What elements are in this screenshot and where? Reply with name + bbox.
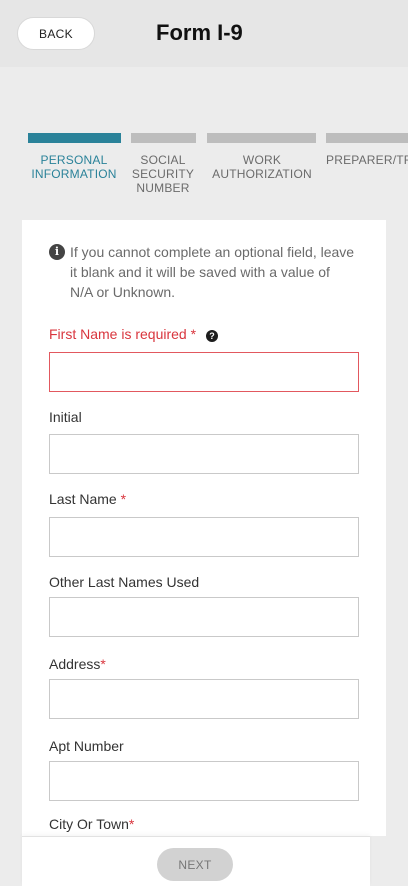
step-label-line: PREPARER/TR <box>326 153 408 167</box>
top-bar: BACK Form I-9 <box>0 0 408 67</box>
step-social-security-number[interactable]: SOCIAL SECURITY NUMBER <box>128 153 198 195</box>
step-bar-social-security-number <box>131 133 196 143</box>
step-label-line: AUTHORIZATION <box>212 167 312 181</box>
step-bar-preparer <box>326 133 408 143</box>
step-preparer[interactable]: PREPARER/TR <box>326 153 408 167</box>
info-icon: i <box>49 244 65 260</box>
step-work-authorization[interactable]: WORK AUTHORIZATION <box>204 153 320 181</box>
other-last-names-input[interactable] <box>49 597 359 637</box>
address-label-text: Address <box>49 656 101 672</box>
city-label: City Or Town* <box>49 816 134 832</box>
first-name-input[interactable] <box>49 352 359 392</box>
apt-number-label: Apt Number <box>49 738 124 754</box>
help-icon[interactable]: ? <box>205 330 218 342</box>
next-button[interactable]: NEXT <box>157 848 233 881</box>
page-title: Form I-9 <box>156 20 243 45</box>
last-name-label-text: Last Name <box>49 491 117 507</box>
back-button[interactable]: BACK <box>17 17 95 50</box>
form-card: i If you cannot complete an optional fie… <box>22 220 386 836</box>
step-personal-information[interactable]: PERSONAL INFORMATION <box>26 153 122 181</box>
notice-text: If you cannot complete an optional field… <box>70 244 355 300</box>
step-label-line: PERSONAL <box>40 153 108 167</box>
first-name-label: First Name is required * ? <box>49 326 218 342</box>
apt-number-input[interactable] <box>49 761 359 801</box>
first-name-label-text: First Name is required <box>49 326 187 342</box>
address-input[interactable] <box>49 679 359 719</box>
step-label-line: NUMBER <box>136 181 190 195</box>
step-label-line: SECURITY <box>131 167 195 181</box>
required-mark: * <box>120 491 127 507</box>
step-bar-personal-information <box>28 133 121 143</box>
initial-label: Initial <box>49 409 82 425</box>
step-bar-work-authorization <box>207 133 316 143</box>
initial-input[interactable] <box>49 434 359 474</box>
footer-bar: NEXT <box>22 836 370 886</box>
required-mark: * <box>100 656 106 672</box>
address-label: Address* <box>49 656 106 672</box>
step-label-line: WORK <box>242 153 282 167</box>
required-mark: * <box>128 816 135 832</box>
step-label-line: SOCIAL <box>140 153 186 167</box>
step-label-line: INFORMATION <box>31 167 117 181</box>
last-name-label: Last Name * <box>49 491 126 507</box>
city-label-text: City Or Town <box>49 816 129 832</box>
other-last-names-label: Other Last Names Used <box>49 574 200 590</box>
progress-steps: PERSONAL INFORMATION SOCIAL SECURITY NUM… <box>0 133 408 203</box>
required-mark: * <box>190 326 197 342</box>
last-name-input[interactable] <box>49 517 359 557</box>
